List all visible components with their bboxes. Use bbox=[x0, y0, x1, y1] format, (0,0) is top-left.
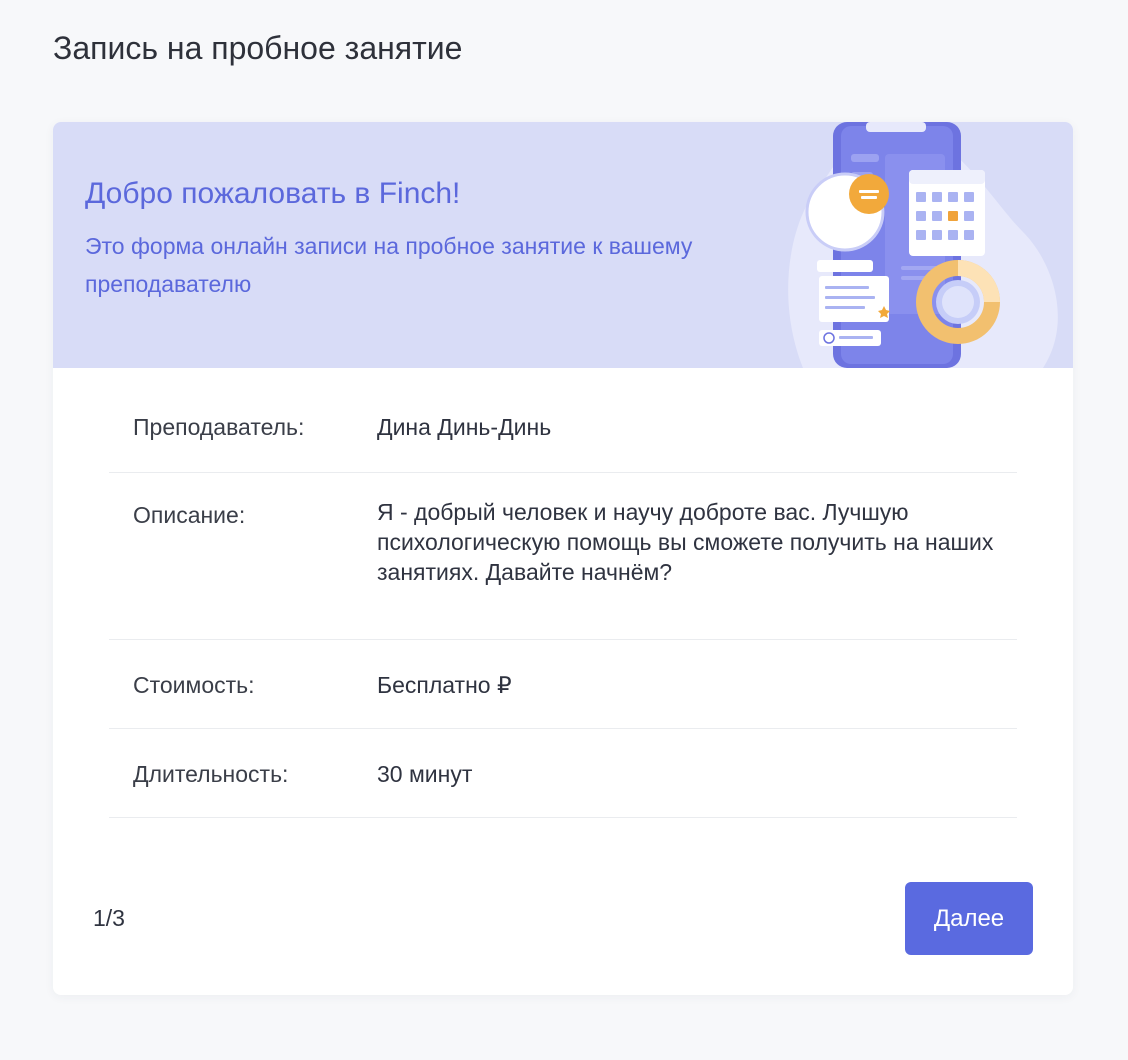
page-title: Запись на пробное занятие bbox=[53, 30, 463, 66]
banner-title: Добро пожаловать в Finch! bbox=[85, 177, 461, 210]
teacher-row: Преподаватель: Дина Динь-Динь bbox=[109, 384, 1017, 473]
price-row: Стоимость: Бесплатно ₽ bbox=[109, 640, 1017, 729]
teacher-value: Дина Динь-Динь bbox=[377, 414, 552, 440]
price-value: Бесплатно ₽ bbox=[377, 672, 512, 698]
price-label: Стоимость: bbox=[133, 672, 255, 698]
duration-row: Длительность: 30 минут bbox=[109, 729, 1017, 818]
welcome-banner: Добро пожаловать в Finch! Это форма онла… bbox=[53, 122, 1073, 368]
trial-details: Преподаватель: Дина Динь-Динь Описание: … bbox=[109, 384, 1017, 818]
next-button[interactable]: Далее bbox=[905, 882, 1033, 955]
step-indicator: 1/3 bbox=[93, 905, 125, 931]
banner-description: Это форма онлайн записи на пробное занят… bbox=[85, 233, 693, 297]
teacher-label: Преподаватель: bbox=[133, 414, 305, 440]
description-row: Описание: Я - добрый человек и научу доб… bbox=[109, 473, 1017, 640]
duration-label: Длительность: bbox=[133, 761, 289, 787]
booking-card: Добро пожаловать в Finch! Это форма онла… bbox=[53, 122, 1073, 995]
duration-value: 30 минут bbox=[377, 761, 473, 787]
description-label: Описание: bbox=[133, 502, 246, 528]
description-value: Я - добрый человек и научу доброте вас. … bbox=[377, 499, 994, 585]
phone-calendar-illustration-icon bbox=[788, 122, 1058, 368]
